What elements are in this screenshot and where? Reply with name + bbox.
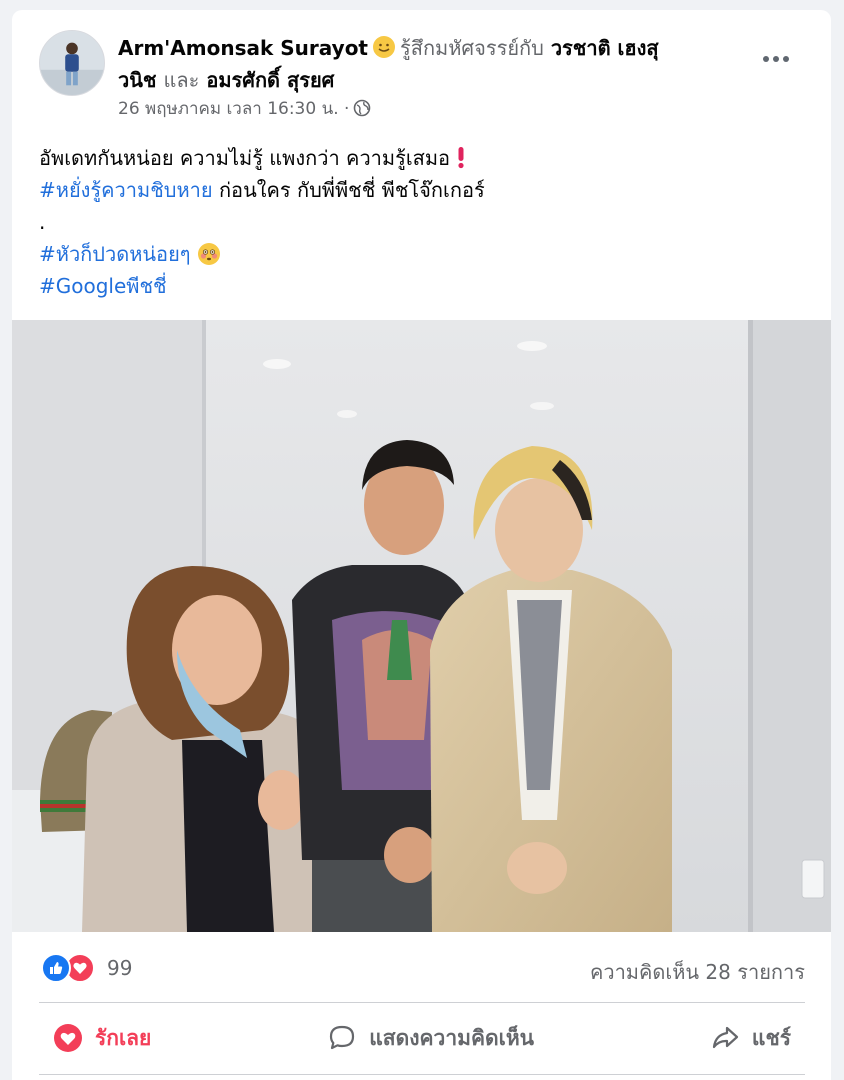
tagged-person-2[interactable]: อมรศักดิ์ สุรยศ [206, 68, 334, 92]
reactions-summary[interactable]: 99 [41, 952, 132, 984]
flushed-face-icon [197, 243, 220, 265]
share-button-label: แชร์ [751, 1025, 791, 1050]
love-button-label: รักเลย [95, 1025, 152, 1050]
divider [39, 1074, 805, 1075]
post-actions-bar: รักเลย แสดงความคิดเห็น แชร์ [39, 1014, 805, 1062]
exclamation-icon [458, 147, 464, 169]
post-text-line-1: อัพเดทกันหน่อย ความไม่รู้ แพงกว่า ความรู… [39, 142, 799, 174]
post-text-dot: . [39, 210, 46, 234]
share-icon [712, 1026, 739, 1049]
post-meta: 26 พฤษภาคม เวลา 16:30 น. · [118, 98, 371, 120]
post-card: Arm'Amonsak Surayot รู้สึกมหัศจรรย์กับ วร… [12, 10, 831, 1080]
tagged-person-1[interactable]: วรชาติ เฮงสุ [551, 36, 659, 60]
post-header-line-1: Arm'Amonsak Surayot รู้สึกมหัศจรรย์กับ วร… [118, 34, 738, 62]
divider [39, 1002, 805, 1003]
post-photo[interactable] [12, 320, 831, 932]
reaction-count: 99 [107, 956, 133, 980]
dot-icon [763, 56, 769, 62]
comments-count-link[interactable]: ความคิดเห็น 28 รายการ [590, 956, 805, 988]
post-text-content-2: ก่อนใคร กับพี่พีชชี่ พีชโจ๊กเกอร์ [212, 178, 485, 202]
post-text-line-2: #หยั่งรู้ความชิบหาย ก่อนใคร กับพี่พีชชี่… [39, 174, 799, 206]
love-button[interactable]: รักเลย [39, 1014, 165, 1062]
post-text-line-5: #Googleพีชชี่ [39, 270, 799, 302]
tagged-person-1-cont[interactable]: วนิช [118, 68, 156, 92]
author-name[interactable]: Arm'Amonsak Surayot [118, 36, 368, 60]
comment-button-label: แสดงความคิดเห็น [369, 1025, 535, 1050]
and-text: และ [163, 68, 200, 92]
dot-icon [773, 56, 779, 62]
globe-icon [354, 99, 371, 117]
hashtag-link-3[interactable]: #Googleพีชชี่ [39, 274, 167, 298]
dot-icon [783, 56, 789, 62]
post-text-line-3: . [39, 206, 799, 238]
hashtag-link-1[interactable]: #หยั่งรู้ความชิบหาย [39, 178, 213, 202]
post-text: อัพเดทกันหน่อย ความไม่รู้ แพงกว่า ความรู… [39, 142, 799, 302]
share-button[interactable]: แชร์ [696, 1014, 805, 1062]
post-text-line-4: #หัวก็ปวดหน่อยๆ [39, 238, 799, 270]
hashtag-link-2[interactable]: #หัวก็ปวดหน่อยๆ [39, 242, 191, 266]
smiling-face-icon [373, 36, 395, 58]
post-text-content: อัพเดทกันหน่อย ความไม่รู้ แพงกว่า ความรู… [39, 146, 451, 170]
post-header-line-2: วนิช และ อมรศักดิ์ สุรยศ [118, 66, 738, 94]
post-timestamp[interactable]: 26 พฤษภาคม เวลา 16:30 น. · [118, 99, 349, 119]
like-icon [41, 953, 71, 983]
author-avatar[interactable] [39, 30, 105, 96]
comment-button[interactable]: แสดงความคิดเห็น [313, 1014, 548, 1062]
avatar-photo [40, 31, 104, 95]
feeling-text: รู้สึกมหัศจรรย์กับ [400, 36, 544, 60]
more-options-button[interactable] [756, 44, 796, 74]
group-photo-illustration [12, 320, 831, 932]
comment-icon [330, 1025, 355, 1050]
love-reaction-icon [54, 1024, 82, 1052]
